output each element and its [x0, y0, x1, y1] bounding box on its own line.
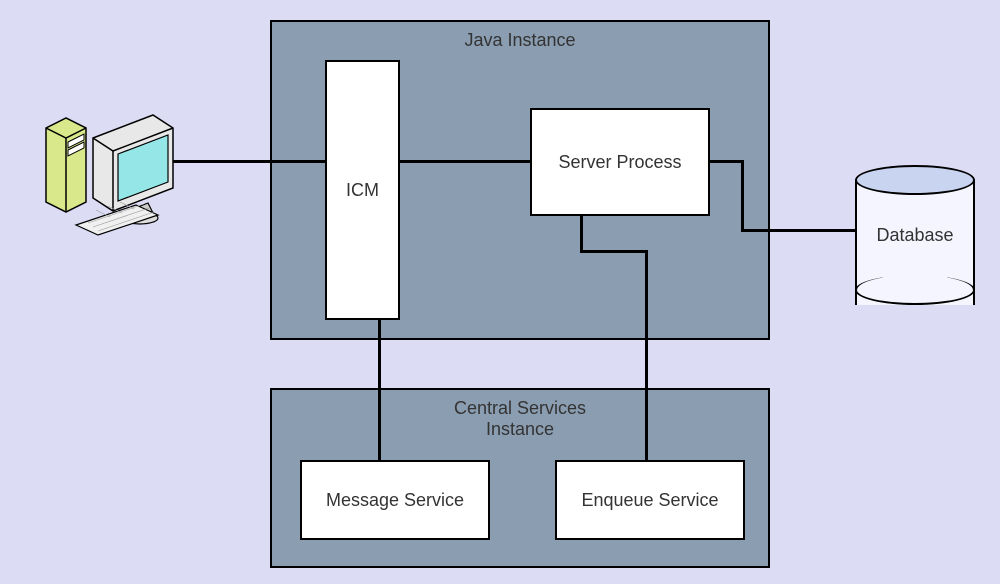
- message-service-label: Message Service: [326, 490, 464, 511]
- icm-label: ICM: [346, 180, 379, 201]
- enqueue-service-box: Enqueue Service: [555, 460, 745, 540]
- edge-sp-enq-v2: [645, 250, 648, 462]
- edge-workstation-icm: [173, 160, 327, 163]
- edge-icm-msg-v: [378, 318, 381, 462]
- java-instance-label: Java Instance: [455, 30, 585, 51]
- edge-sp-enq-v1: [580, 214, 583, 252]
- message-service-box: Message Service: [300, 460, 490, 540]
- workstation-icon: [38, 110, 188, 255]
- server-process-label: Server Process: [558, 152, 681, 173]
- edge-sp-enq-h: [580, 250, 648, 253]
- central-services-label: Central Services Instance: [420, 398, 620, 440]
- edge-sp-db-h2: [741, 229, 857, 232]
- edge-icm-serverprocess: [398, 160, 532, 163]
- icm-box: ICM: [325, 60, 400, 320]
- edge-sp-db-h1: [708, 160, 744, 163]
- edge-sp-db-v: [741, 160, 744, 232]
- database-label: Database: [855, 225, 975, 246]
- server-process-box: Server Process: [530, 108, 710, 216]
- enqueue-service-label: Enqueue Service: [581, 490, 718, 511]
- database-node: Database: [855, 165, 975, 305]
